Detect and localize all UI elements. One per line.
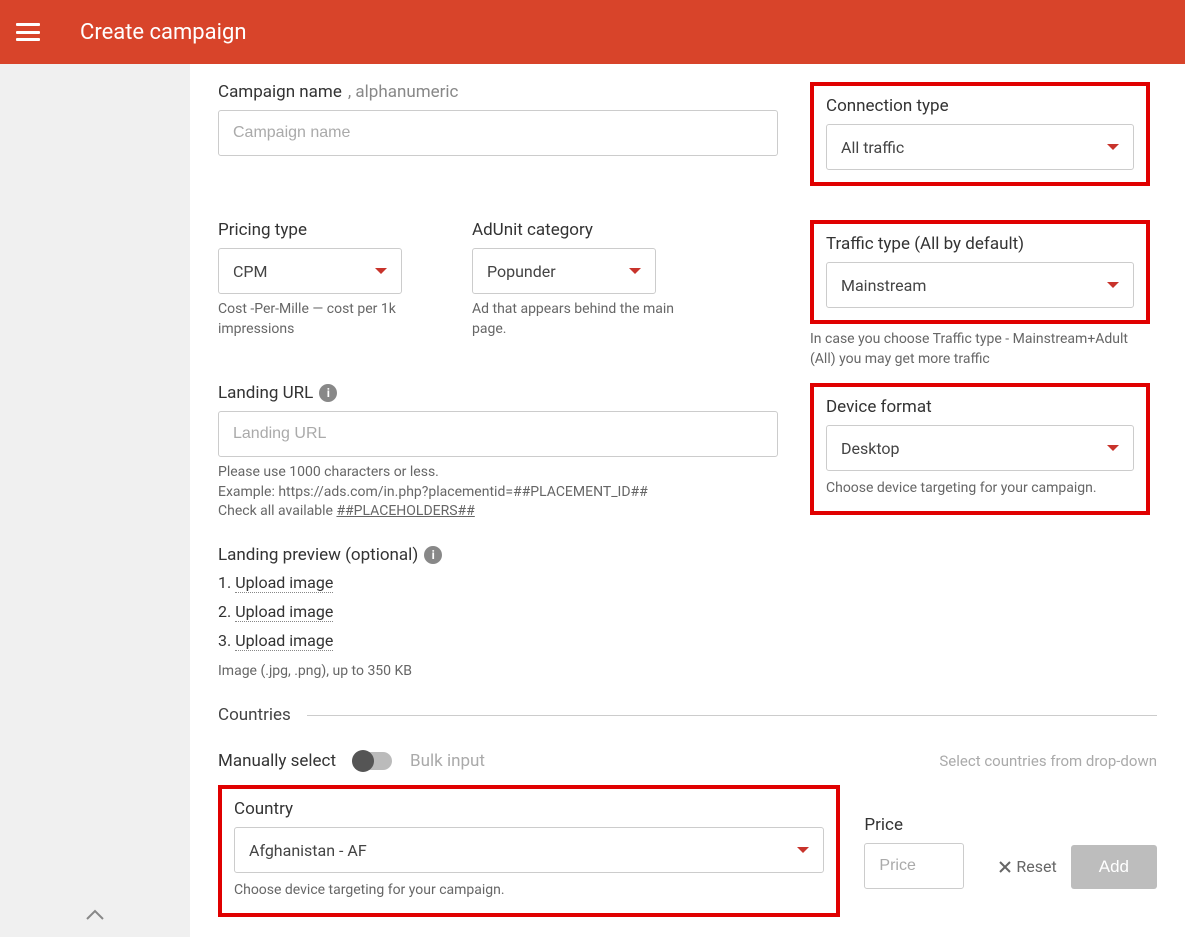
upload-image-link[interactable]: Upload image xyxy=(235,631,333,651)
campaign-name-label: Campaign name, alphanumeric xyxy=(218,82,778,102)
device-format-helper: Choose device targeting for your campaig… xyxy=(826,479,1134,499)
countries-section-title: Countries xyxy=(218,705,1157,725)
connection-type-label: Connection type xyxy=(826,96,1134,116)
bulk-input-label: Bulk input xyxy=(410,751,485,771)
traffic-type-select[interactable]: Mainstream xyxy=(826,262,1134,308)
traffic-type-highlight: 2 Traffic type (All by default) Mainstre… xyxy=(810,220,1150,324)
device-format-label: Device format xyxy=(826,397,1134,417)
app-header: Create campaign xyxy=(0,0,1185,64)
landing-url-label: Landing URL i xyxy=(218,383,778,403)
chevron-down-icon xyxy=(1107,445,1119,451)
device-format-select[interactable]: Desktop xyxy=(826,425,1134,471)
add-button[interactable]: Add xyxy=(1071,845,1157,889)
chevron-down-icon xyxy=(797,847,809,853)
list-item: 1. Upload image xyxy=(218,573,778,592)
page-title: Create campaign xyxy=(80,20,246,45)
device-format-highlight: 3 Device format Desktop Choose device ta… xyxy=(810,383,1150,515)
landing-url-helper: Please use 1000 characters or less. Exam… xyxy=(218,463,778,522)
info-icon[interactable]: i xyxy=(319,384,337,402)
close-icon xyxy=(998,860,1012,874)
country-select[interactable]: Afghanistan - AF xyxy=(234,827,824,873)
mode-toggle[interactable] xyxy=(354,752,392,770)
divider xyxy=(307,715,1157,716)
connection-type-select[interactable]: All traffic xyxy=(826,124,1134,170)
landing-preview-label: Landing preview (optional) i xyxy=(218,545,778,565)
connection-type-highlight: 1 Connection type All traffic xyxy=(810,82,1150,186)
form-content: Campaign name, alphanumeric 1 Connection… xyxy=(190,64,1185,937)
country-helper: Choose device targeting for your campaig… xyxy=(234,881,824,901)
adunit-category-label: AdUnit category xyxy=(472,220,692,240)
adunit-category-select[interactable]: Popunder xyxy=(472,248,656,294)
price-label: Price xyxy=(864,815,974,835)
campaign-name-input[interactable] xyxy=(218,110,778,156)
traffic-type-label: Traffic type (All by default) xyxy=(826,234,1134,254)
reset-button[interactable]: Reset xyxy=(998,857,1056,876)
country-input-mode: Manually select Bulk input Select countr… xyxy=(218,751,1157,771)
landing-url-input[interactable] xyxy=(218,411,778,457)
country-highlight: 4 Country Afghanistan - AF Choose device… xyxy=(218,785,840,917)
upload-image-link[interactable]: Upload image xyxy=(235,602,333,622)
chevron-down-icon xyxy=(1107,144,1119,150)
sidebar xyxy=(0,64,190,937)
list-item: 2. Upload image xyxy=(218,602,778,621)
menu-icon[interactable] xyxy=(16,23,40,41)
price-input[interactable] xyxy=(864,843,964,889)
list-item: 3. Upload image xyxy=(218,631,778,650)
image-note: Image (.jpg, .png), up to 350 KB xyxy=(218,662,778,682)
chevron-down-icon xyxy=(1107,282,1119,288)
traffic-type-helper: In case you choose Traffic type - Mainst… xyxy=(810,330,1150,369)
chevron-down-icon xyxy=(375,268,387,274)
country-label: Country xyxy=(234,799,824,819)
chevron-down-icon xyxy=(629,268,641,274)
placeholders-link[interactable]: ##PLACEHOLDERS## xyxy=(336,503,474,519)
select-countries-hint: Select countries from drop-down xyxy=(939,752,1157,770)
upload-image-link[interactable]: Upload image xyxy=(235,573,333,593)
pricing-type-label: Pricing type xyxy=(218,220,402,240)
manually-select-label: Manually select xyxy=(218,751,336,771)
adunit-helper: Ad that appears behind the main page. xyxy=(472,300,692,339)
info-icon[interactable]: i xyxy=(424,546,442,564)
upload-list: 1. Upload image 2. Upload image 3. Uploa… xyxy=(218,573,778,650)
pricing-helper: Cost -Per-Mille — cost per 1k impression… xyxy=(218,300,398,339)
pricing-type-select[interactable]: CPM xyxy=(218,248,402,294)
